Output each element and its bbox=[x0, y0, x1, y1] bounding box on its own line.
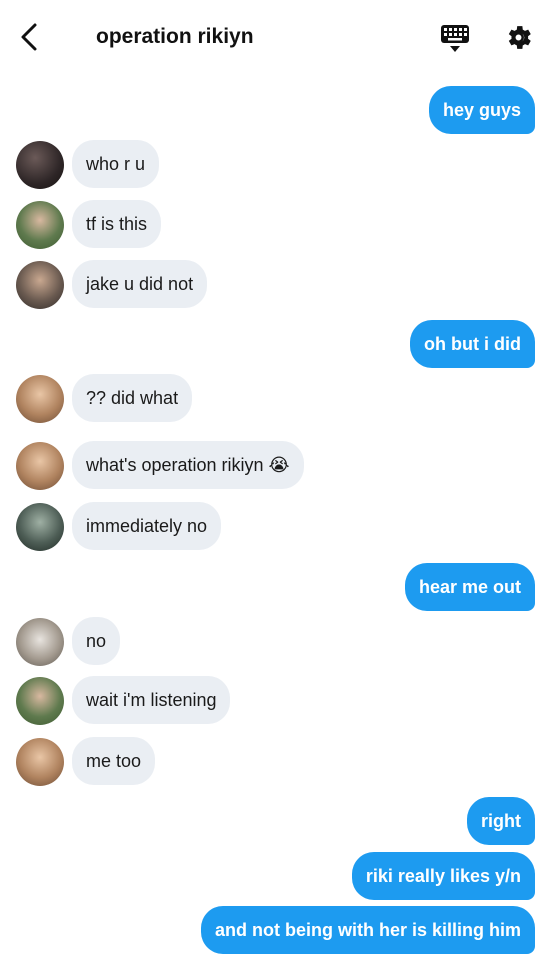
incoming-message[interactable]: tf is this bbox=[72, 200, 162, 248]
keyboard-icon bbox=[441, 25, 469, 52]
incoming-message[interactable]: immediately no bbox=[72, 502, 222, 550]
outgoing-message[interactable]: riki really likes y/n bbox=[351, 852, 535, 900]
avatar[interactable] bbox=[16, 375, 64, 423]
incoming-message[interactable]: no bbox=[72, 617, 121, 665]
incoming-message[interactable]: ?? did what bbox=[72, 374, 193, 422]
outgoing-message[interactable]: oh but i did bbox=[410, 320, 535, 368]
settings-button[interactable] bbox=[503, 22, 534, 53]
chevron-left-icon bbox=[21, 23, 37, 51]
incoming-message[interactable]: jake u did not bbox=[72, 260, 208, 308]
outgoing-message[interactable]: hey guys bbox=[428, 86, 535, 134]
chat-title: operation rikiyn bbox=[96, 25, 254, 48]
keyboard-button[interactable] bbox=[439, 22, 471, 54]
avatar[interactable] bbox=[16, 618, 64, 666]
avatar[interactable] bbox=[16, 141, 64, 189]
avatar[interactable] bbox=[16, 261, 64, 309]
avatar[interactable] bbox=[16, 677, 64, 725]
gear-icon bbox=[508, 26, 531, 49]
avatar[interactable] bbox=[16, 503, 64, 551]
chat-header: operation rikiyn bbox=[0, 0, 551, 76]
outgoing-message[interactable]: and not being with her is killing him bbox=[200, 906, 535, 954]
incoming-message[interactable]: what's operation rikiyn 😭 bbox=[72, 441, 304, 489]
avatar[interactable] bbox=[16, 201, 64, 249]
incoming-message[interactable]: me too bbox=[72, 737, 156, 785]
outgoing-message[interactable]: right bbox=[467, 797, 535, 845]
avatar[interactable] bbox=[16, 442, 64, 490]
incoming-message[interactable]: wait i'm listening bbox=[72, 676, 231, 724]
outgoing-message[interactable]: hear me out bbox=[404, 563, 535, 611]
back-button[interactable] bbox=[16, 22, 44, 52]
avatar[interactable] bbox=[16, 738, 64, 786]
incoming-message[interactable]: who r u bbox=[72, 140, 160, 188]
